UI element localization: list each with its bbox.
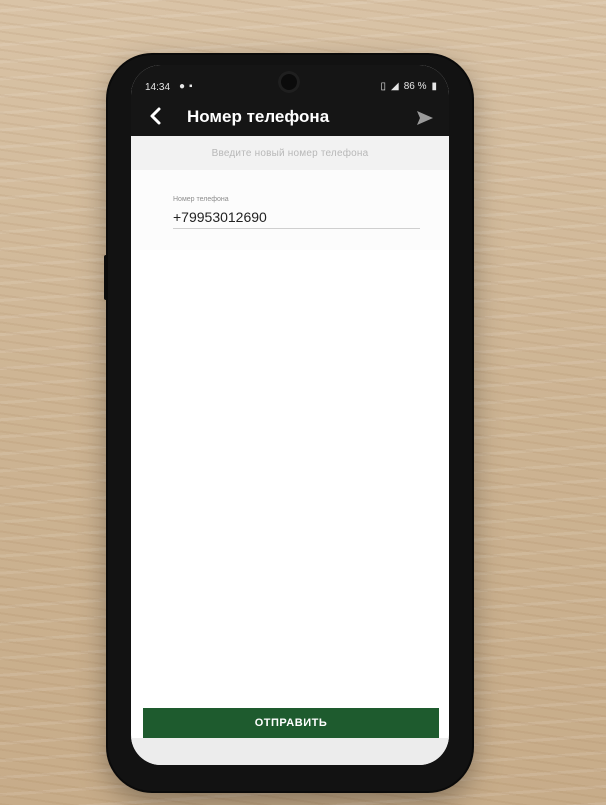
image-icon: ▪ bbox=[189, 81, 193, 92]
front-camera bbox=[278, 71, 300, 93]
back-button[interactable] bbox=[145, 105, 167, 127]
page-title: Номер телефона bbox=[187, 107, 330, 126]
hint-banner: Введите новый номер телефона bbox=[131, 136, 449, 170]
phone-screen: 14:34 ● ▪ ▯ ◢ 86 % ▮ Номер телефона Введ… bbox=[131, 65, 449, 765]
send-button[interactable] bbox=[415, 109, 435, 127]
battery-percent: 86 % bbox=[403, 81, 427, 92]
chat-icon: ● bbox=[179, 81, 186, 92]
status-notifications: ● ▪ bbox=[179, 81, 193, 92]
phone-input[interactable] bbox=[173, 206, 420, 229]
status-time: 14:34 bbox=[145, 82, 171, 93]
status-right-group: ▯ ◢ 86 % ▮ bbox=[380, 81, 437, 92]
phone-field-label: Номер телефона bbox=[173, 196, 229, 203]
send-icon bbox=[417, 111, 433, 125]
app-bar: 14:34 ● ▪ ▯ ◢ 86 % ▮ Номер телефона bbox=[131, 65, 449, 136]
signal-icon: ◢ bbox=[390, 81, 399, 92]
submit-button[interactable]: ОТПРАВИТЬ bbox=[143, 708, 439, 738]
vibrate-icon: ▯ bbox=[380, 81, 386, 92]
battery-icon: ▮ bbox=[431, 81, 437, 92]
phone-field-container: Номер телефона bbox=[131, 170, 449, 250]
hint-text: Введите новый номер телефона bbox=[211, 147, 369, 159]
bottom-edge bbox=[131, 738, 449, 765]
chevron-left-icon bbox=[150, 107, 161, 125]
content-area bbox=[131, 250, 449, 705]
